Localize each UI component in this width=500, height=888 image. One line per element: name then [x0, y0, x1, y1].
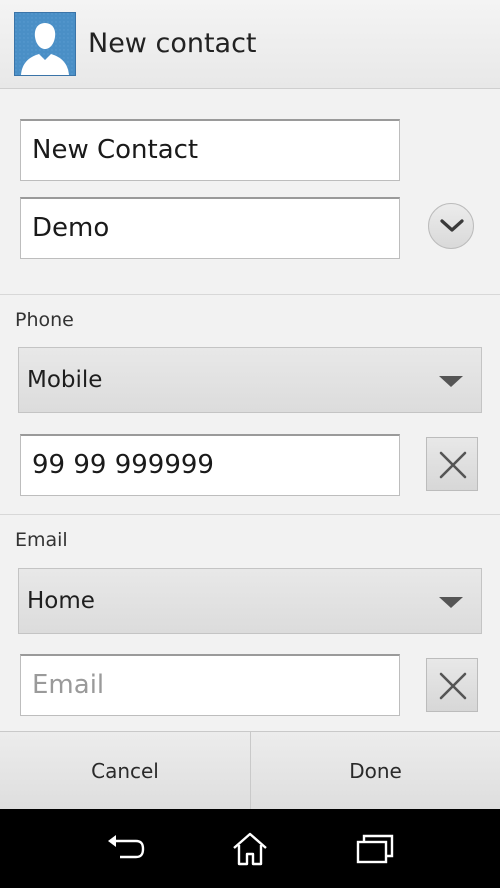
- clear-phone-button[interactable]: [426, 437, 478, 491]
- email-field[interactable]: Email: [20, 654, 400, 716]
- phone-type-dropdown[interactable]: Mobile: [18, 347, 482, 413]
- name-field[interactable]: New Contact: [20, 119, 400, 181]
- contact-form: New Contact Demo Phone Mobile 99 99 9999…: [0, 89, 500, 731]
- expand-name-button[interactable]: [428, 203, 474, 249]
- section-divider: [0, 514, 500, 515]
- clear-email-button[interactable]: [426, 658, 478, 712]
- back-icon[interactable]: [106, 831, 146, 867]
- company-field[interactable]: Demo: [20, 197, 400, 259]
- close-icon: [439, 451, 467, 479]
- phone-type-value: Mobile: [27, 367, 103, 393]
- recent-apps-icon[interactable]: [355, 831, 395, 867]
- phone-number-field[interactable]: 99 99 999999: [20, 434, 400, 496]
- system-navigation-bar: [0, 809, 500, 888]
- email-type-value: Home: [27, 588, 95, 614]
- name-section: New Contact Demo: [0, 89, 500, 295]
- email-type-dropdown[interactable]: Home: [18, 568, 482, 634]
- dropdown-arrow-icon: [439, 597, 463, 608]
- home-icon[interactable]: [231, 831, 269, 867]
- dropdown-arrow-icon: [439, 376, 463, 387]
- contact-avatar-icon[interactable]: [14, 12, 76, 76]
- chevron-down-icon: [440, 219, 464, 232]
- action-bar: Cancel Done: [0, 731, 500, 810]
- page-title: New contact: [88, 28, 257, 59]
- done-button[interactable]: Done: [250, 732, 500, 810]
- cancel-button[interactable]: Cancel: [0, 732, 250, 810]
- email-section-label: Email: [15, 529, 68, 551]
- close-icon: [439, 672, 467, 700]
- app-header: New contact: [0, 0, 500, 89]
- phone-section-label: Phone: [15, 309, 74, 331]
